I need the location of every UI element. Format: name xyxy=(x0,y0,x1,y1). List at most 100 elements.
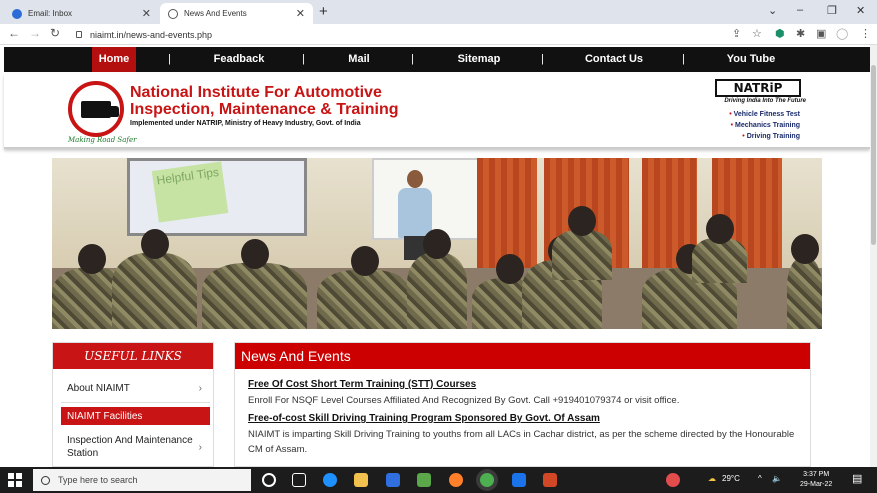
taskbar-search-placeholder: Type here to search xyxy=(58,475,138,485)
helpful-tips-slide: Helpful Tips xyxy=(151,161,229,223)
new-tab-button[interactable]: + xyxy=(319,3,328,20)
menu-kebab-icon[interactable]: ⋮ xyxy=(860,27,871,40)
useful-links-panel: USEFUL LINKS About NIAIMT › NIAIMT Facil… xyxy=(52,342,214,467)
clock-time: 3:37 PM xyxy=(803,471,830,478)
firefox-icon[interactable] xyxy=(449,473,463,487)
minimize-button[interactable]: – xyxy=(797,4,803,16)
taskbar-search-box[interactable]: Type here to search xyxy=(33,469,251,491)
sidebar-item-label: About NIAIMT xyxy=(67,383,130,394)
maximize-button[interactable]: ❐ xyxy=(827,4,837,17)
tab-title: Email: Inbox xyxy=(28,9,73,18)
chevron-right-icon: › xyxy=(198,383,202,394)
news-item-title-link[interactable]: Free-of-cost Skill Driving Training Prog… xyxy=(248,413,600,424)
bookmark-star-icon[interactable]: ☆ xyxy=(752,27,762,40)
tab-title: News And Events xyxy=(184,9,247,18)
app-tray-icon[interactable] xyxy=(666,473,680,487)
powerpoint-icon[interactable] xyxy=(543,473,557,487)
trainee-figure xyxy=(112,229,197,329)
nav-separator: | xyxy=(411,53,414,65)
tab-news-and-events[interactable]: News And Events ✕ xyxy=(160,3,313,24)
page-scrollbar[interactable] xyxy=(870,45,877,467)
url-field[interactable]: niaimt.in/news-and-events.php xyxy=(72,27,732,42)
hero-classroom-image: Helpful Tips xyxy=(52,158,822,329)
nav-mail[interactable]: Mail xyxy=(334,47,384,72)
projector-screen: Helpful Tips xyxy=(127,158,307,236)
natrip-service: Driving Training xyxy=(746,133,800,140)
truck-icon xyxy=(81,100,119,118)
scrollbar-thumb[interactable] xyxy=(871,65,876,245)
notification-icon[interactable]: ▤ xyxy=(852,472,862,485)
extensions-icon[interactable]: ✱ xyxy=(796,27,805,40)
chevron-right-icon: › xyxy=(198,441,202,453)
trainee-figure xyxy=(692,214,747,283)
site-subtitle: Implemented under NATRIP, Ministry of He… xyxy=(130,120,361,127)
side-panel-icon[interactable]: ▣ xyxy=(816,27,826,40)
natrip-tagline: Driving India Into The Future xyxy=(724,98,806,104)
weather-temp[interactable]: 29°C xyxy=(722,474,740,483)
web-page: Home | Feadback | Mail | Sitemap | Conta… xyxy=(0,45,877,467)
trainee-figure xyxy=(787,234,822,329)
sidebar-item-niaimt-facilities[interactable]: NIAIMT Facilities xyxy=(61,407,210,425)
useful-links-heading: USEFUL LINKS xyxy=(53,343,213,369)
tab-email-inbox[interactable]: Email: Inbox ✕ xyxy=(4,3,159,24)
nav-sitemap[interactable]: Sitemap xyxy=(444,47,514,72)
shield-extension-icon[interactable]: ⬢ xyxy=(775,27,785,40)
nav-separator: | xyxy=(168,53,171,65)
nav-separator: | xyxy=(682,53,685,65)
edge-icon[interactable] xyxy=(323,473,337,487)
email-icon xyxy=(12,8,22,19)
sidebar-item-label: NIAIMT Facilities xyxy=(67,410,143,422)
tab-search-icon[interactable]: ⌄ xyxy=(768,4,777,17)
close-icon[interactable]: ✕ xyxy=(296,7,305,20)
natrip-logo: NATRiP xyxy=(715,79,801,97)
url-text: niaimt.in/news-and-events.php xyxy=(90,29,213,40)
niaimt-logo[interactable] xyxy=(68,81,124,137)
volume-icon[interactable]: 🔈 xyxy=(772,474,782,483)
lock-icon xyxy=(76,31,82,38)
address-bar: ← → ↻ niaimt.in/news-and-events.php ⇪ ☆ … xyxy=(0,24,877,45)
trainee-figure xyxy=(407,229,467,329)
site-title-line1: National Institute For Automotive xyxy=(130,84,382,101)
nav-contact-us[interactable]: Contact Us xyxy=(574,47,654,72)
weather-icon: ☁ xyxy=(708,474,716,483)
globe-icon xyxy=(168,8,178,19)
windows-start-icon[interactable] xyxy=(8,473,22,487)
cortana-icon[interactable] xyxy=(262,473,276,487)
sidebar-item-inspection-maintenance[interactable]: Inspection And Maintenance Station › xyxy=(61,429,210,465)
app-icon[interactable] xyxy=(417,473,431,487)
slogan: Making Road Safer xyxy=(68,136,137,144)
forward-icon[interactable]: → xyxy=(29,26,41,40)
nav-feadback[interactable]: Feadback xyxy=(204,47,274,72)
sidebar-item-about-niaimt[interactable]: About NIAIMT › xyxy=(61,375,210,403)
taskbar-clock[interactable]: 3:37 PM 29-Mar-22 xyxy=(800,470,832,490)
back-icon[interactable]: ← xyxy=(8,26,20,40)
trainee-figure xyxy=(552,206,612,280)
search-icon xyxy=(41,475,50,485)
nav-separator: | xyxy=(541,53,544,65)
mail-icon[interactable] xyxy=(512,473,526,487)
natrip-service: Vehicle Fitness Test xyxy=(733,111,800,118)
news-and-events-panel: News And Events Free Of Cost Short Term … xyxy=(234,342,811,467)
share-icon[interactable]: ⇪ xyxy=(732,27,741,40)
sidebar-item-label: Inspection And Maintenance Station xyxy=(67,435,193,459)
nav-you-tube[interactable]: You Tube xyxy=(716,47,786,72)
trainee-figure xyxy=(202,239,307,329)
close-window-button[interactable]: ✕ xyxy=(856,4,865,17)
news-heading: News And Events xyxy=(235,343,810,369)
chrome-icon[interactable] xyxy=(480,473,494,487)
tray-chevron-icon[interactable]: ^ xyxy=(758,474,762,483)
news-item-title-link[interactable]: Free Of Cost Short Term Training (STT) C… xyxy=(248,379,476,390)
close-icon[interactable]: ✕ xyxy=(142,7,151,20)
profile-avatar-icon[interactable]: ◯ xyxy=(836,27,848,40)
clock-date: 29-Mar-22 xyxy=(800,481,833,488)
windows-taskbar: Type here to search ☁ 29°C ^ 🔈 3:37 PM 2… xyxy=(0,467,877,493)
store-icon[interactable] xyxy=(386,473,400,487)
trainee-figure xyxy=(317,246,412,329)
site-top-nav: Home | Feadback | Mail | Sitemap | Conta… xyxy=(4,47,870,72)
site-header: Making Road Safer National Institute For… xyxy=(4,74,870,149)
file-explorer-icon[interactable] xyxy=(354,473,368,487)
nav-home[interactable]: Home xyxy=(92,47,136,72)
task-view-icon[interactable] xyxy=(292,473,306,487)
browser-tab-strip: Email: Inbox ✕ News And Events ✕ + ⌄ – ❐… xyxy=(0,0,877,24)
reload-icon[interactable]: ↻ xyxy=(50,26,60,40)
